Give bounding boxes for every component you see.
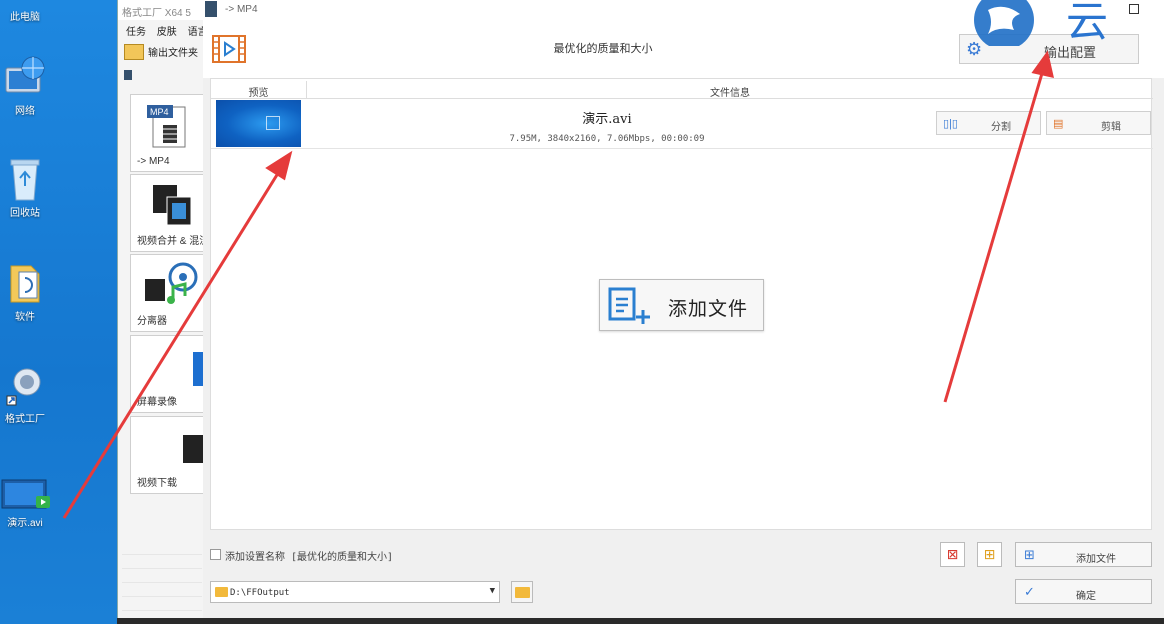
ok-button[interactable]: ✓ 确定 — [1015, 579, 1152, 604]
category-mp4[interactable]: MP4 -> MP4 — [130, 94, 203, 172]
add-file-icon: ⊞ — [1024, 547, 1035, 562]
output-config-label: 输出配置 — [1044, 45, 1097, 60]
dialog-title: -> MP4 — [225, 4, 258, 15]
list-item[interactable] — [122, 597, 202, 611]
desktop-icon-label: 网络 — [15, 106, 35, 117]
output-config-button[interactable]: ⚙ 输出配置 — [959, 34, 1139, 64]
list-item[interactable] — [122, 555, 202, 569]
desktop-icon-label: 回收站 — [10, 208, 40, 219]
split-label: 分割 — [991, 122, 1011, 133]
video-thumbnail — [216, 100, 301, 147]
add-file-button[interactable]: ⊞ 添加文件 — [1015, 542, 1152, 567]
list-item[interactable] — [122, 541, 202, 555]
convert-dialog: -> MP4 最优化的质量和大小 ⚙ 输出配置 预览 文件信息 演示.avi 7… — [203, 0, 1164, 624]
desktop-icon-label: 此电脑 — [10, 12, 40, 23]
svg-text:MP4: MP4 — [150, 107, 169, 117]
check-circle-icon: ✓ — [1024, 584, 1035, 599]
video-download-icon — [183, 435, 203, 463]
delete-file-icon: ⊠ — [946, 546, 959, 562]
output-path-value: D:\FFOutput — [230, 588, 290, 598]
screen-record-icon — [193, 352, 203, 386]
this-pc-icon[interactable]: 此电脑 — [0, 6, 50, 23]
profile-title: 最优化的质量和大小 — [553, 43, 653, 55]
category-merge[interactable]: 视频合并 & 混流 — [130, 174, 203, 252]
clear-list-button[interactable]: ⊠ — [940, 542, 965, 567]
add-file-big-label: 添加文件 — [668, 298, 749, 320]
column-preview: 预览 — [248, 88, 269, 99]
recycle-bin-icon[interactable]: 回收站 — [0, 156, 50, 219]
table-row[interactable]: 演示.avi 7.95M, 3840x2160, 7.06Mbps, 00:00… — [211, 99, 1153, 149]
collapse-icon[interactable] — [124, 70, 132, 80]
main-menu-bar: 任务 皮肤 语言 — [118, 20, 203, 38]
split-button[interactable]: ▯|▯ 分割 — [936, 111, 1041, 135]
software-folder-icon[interactable]: 软件 — [0, 260, 50, 323]
split-icon: ▯|▯ — [943, 118, 958, 130]
mp4-icon: MP4 — [147, 105, 186, 148]
main-window-title: 格式工厂 X64 5 — [118, 0, 203, 20]
dialog-footer: 添加设置名称 [最优化的质量和大小] D:\FFOutput ▼ ⊠ ⊞ ⊞ 添… — [203, 530, 1164, 624]
add-setting-name-label: 添加设置名称 [最优化的质量和大小] — [225, 552, 394, 563]
add-folder-button[interactable]: ⊞ — [977, 542, 1002, 567]
category-label: 视频下载 — [137, 478, 177, 489]
format-factory-icon[interactable]: 格式工厂 — [0, 362, 50, 425]
dialog-header: 最优化的质量和大小 ⚙ 输出配置 — [203, 20, 1164, 78]
output-folder-icon — [124, 43, 144, 60]
category-label: 屏幕录像 — [137, 397, 177, 408]
category-label: 分离器 — [137, 316, 167, 327]
column-file-info: 文件信息 — [710, 88, 750, 99]
trim-label: 剪辑 — [1101, 122, 1121, 133]
file-list-panel: 预览 文件信息 演示.avi 7.95M, 3840x2160, 7.06Mbp… — [210, 78, 1153, 530]
category-label: -> MP4 — [137, 156, 170, 167]
category-label: 视频合并 & 混流 — [137, 236, 203, 247]
trim-button[interactable]: ▤ 剪辑 — [1046, 111, 1151, 135]
desktop-icon-label: 格式工厂 — [5, 414, 45, 425]
list-item[interactable] — [122, 569, 202, 583]
folder-icon — [215, 587, 228, 597]
add-setting-name-checkbox[interactable] — [210, 549, 221, 560]
dialog-titlebar: -> MP4 — [203, 0, 1164, 20]
film-merge-icon — [153, 185, 192, 226]
add-file-label: 添加文件 — [1076, 554, 1116, 565]
category-separator[interactable]: 分离器 — [130, 254, 203, 332]
network-icon[interactable]: 网络 — [0, 54, 50, 117]
menu-language[interactable]: 语言 — [188, 27, 203, 38]
category-screen-record[interactable]: 屏幕录像 — [130, 335, 203, 413]
output-folder-button[interactable]: 输出文件夹 — [118, 38, 203, 62]
add-file-big-button[interactable]: 添加文件 — [599, 279, 764, 331]
desktop-icon-label: 软件 — [15, 312, 35, 323]
ok-label: 确定 — [1076, 591, 1096, 602]
taskbar — [117, 618, 1164, 624]
file-meta: 7.95M, 3840x2160, 7.06Mbps, 00:00:09 — [509, 134, 705, 144]
demo-video-icon[interactable]: 演示.avi — [0, 478, 50, 529]
gear-icon: ⚙ — [966, 39, 983, 59]
trim-icon: ▤ — [1053, 118, 1064, 130]
maximize-icon[interactable] — [1129, 4, 1139, 14]
browse-folder-button[interactable] — [511, 581, 533, 603]
chevron-down-icon: ▼ — [489, 586, 495, 596]
desktop: 此电脑 网络 回收站 软件 格式工厂 演示.avi — [0, 0, 118, 624]
desktop-icon-label: 演示.avi — [7, 518, 43, 529]
app-icon — [205, 1, 217, 17]
add-file-icon — [608, 287, 650, 324]
file-name: 演示.avi — [582, 112, 632, 127]
task-list — [122, 541, 202, 611]
table-header: 预览 文件信息 — [211, 81, 1153, 99]
output-path-select[interactable]: D:\FFOutput ▼ — [210, 581, 500, 603]
list-item[interactable] — [122, 583, 202, 597]
menu-skin[interactable]: 皮肤 — [157, 27, 177, 38]
separator-icon — [145, 262, 198, 304]
category-video-download[interactable]: 视频下载 — [130, 416, 203, 494]
output-folder-label: 输出文件夹 — [148, 48, 198, 59]
format-factory-main-window: 格式工厂 X64 5 任务 皮肤 语言 输出文件夹 MP4 -> MP4 视频合… — [117, 0, 203, 624]
folder-icon — [515, 587, 530, 598]
add-folder-icon: ⊞ — [983, 546, 996, 562]
menu-task[interactable]: 任务 — [126, 27, 146, 38]
